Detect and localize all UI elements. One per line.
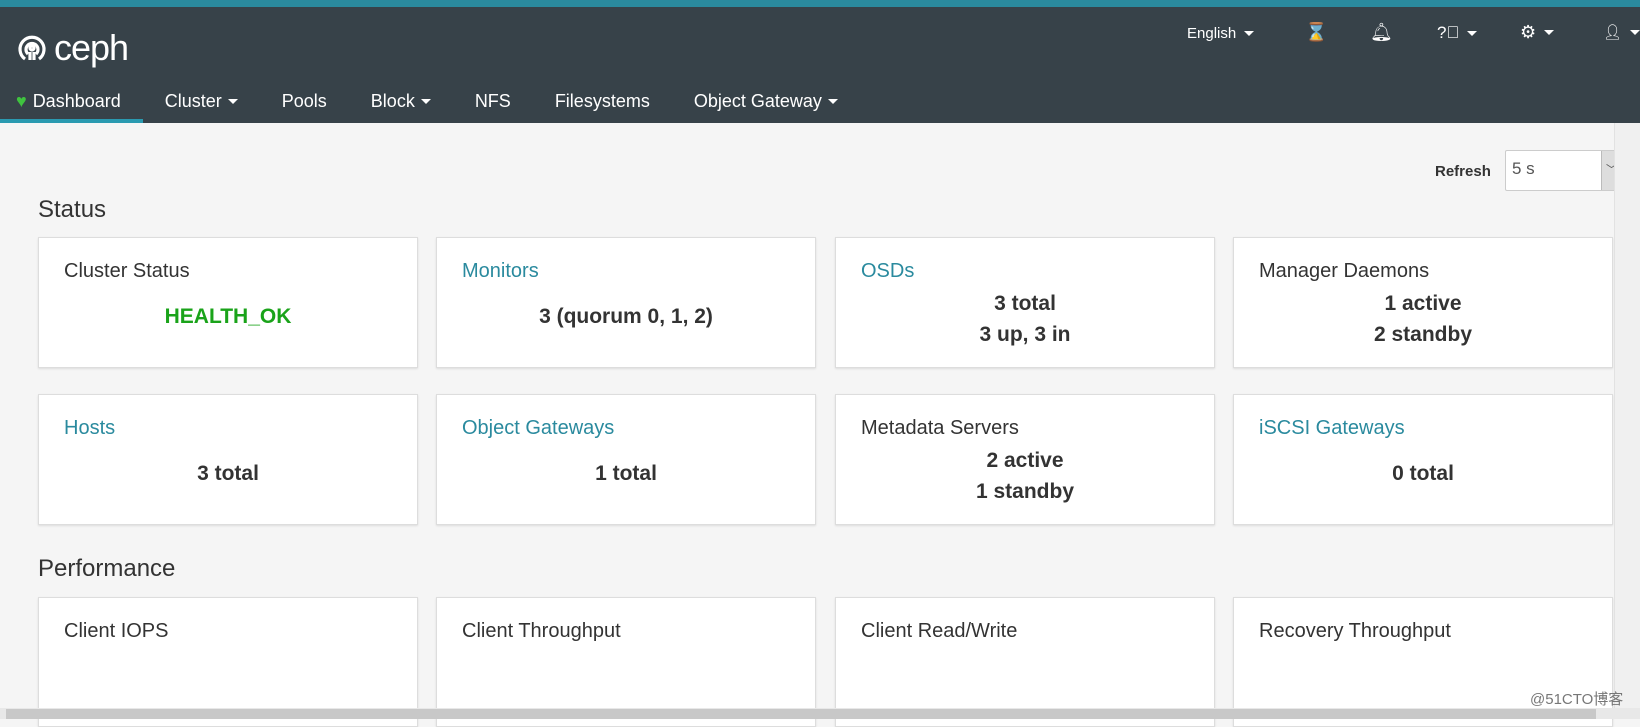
card-value: 3 (quorum 0, 1, 2) bbox=[539, 305, 713, 328]
help-dropdown[interactable]: ?⃝ bbox=[1437, 23, 1478, 43]
status-card-monitors: Monitors 3 (quorum 0, 1, 2) bbox=[436, 237, 816, 368]
language-dropdown[interactable]: English bbox=[1187, 25, 1255, 42]
help-icon: ?⃝ bbox=[1437, 23, 1460, 42]
brand-name: ceph bbox=[54, 27, 129, 68]
user-dropdown[interactable]: 👤︎ bbox=[1603, 23, 1640, 41]
caret-down-icon bbox=[1544, 30, 1555, 35]
nav-pools[interactable]: Pools bbox=[260, 80, 349, 123]
nav-dashboard[interactable]: ♥ Dashboard bbox=[0, 80, 143, 123]
card-title: Client IOPS bbox=[64, 620, 169, 642]
card-title: Client Throughput bbox=[462, 620, 621, 642]
nav-object-gateway[interactable]: Object Gateway bbox=[672, 80, 860, 123]
language-label: English bbox=[1187, 25, 1237, 42]
status-card-manager-daemons: Manager Daemons 1 active 2 standby bbox=[1233, 237, 1613, 368]
navbar: ceph English ⌛ 🔔︎ ?⃝ ⚙ 👤︎ ♥ Dashboard Clu… bbox=[0, 7, 1640, 123]
card-value: HEALTH_OK bbox=[164, 305, 292, 328]
nav-cluster[interactable]: Cluster bbox=[143, 80, 260, 123]
nav-filesystems[interactable]: Filesystems bbox=[533, 80, 672, 123]
card-value: 3 total bbox=[197, 462, 259, 485]
status-card-metadata-servers: Metadata Servers 2 active 1 standby bbox=[835, 394, 1215, 525]
card-title: Metadata Servers bbox=[861, 417, 1019, 439]
card-value: 1 standby bbox=[975, 480, 1075, 503]
performance-heading: Performance bbox=[38, 555, 176, 582]
card-title: Cluster Status bbox=[64, 260, 190, 282]
nav-block[interactable]: Block bbox=[349, 80, 453, 123]
card-title[interactable]: OSDs bbox=[861, 260, 914, 283]
watermark: @51CTO博客 bbox=[1530, 691, 1624, 708]
caret-down-icon bbox=[420, 99, 431, 104]
caret-down-icon bbox=[827, 99, 838, 104]
main-menu: ♥ Dashboard Cluster Pools Block NFS Files… bbox=[0, 80, 860, 123]
user-icon: 👤︎ bbox=[1603, 24, 1623, 41]
status-card-iscsi-gateways: iSCSI Gateways 0 total bbox=[1233, 394, 1613, 525]
card-title: Recovery Throughput bbox=[1259, 620, 1451, 642]
refresh-select[interactable]: 5 s ﹀ bbox=[1505, 150, 1622, 191]
refresh-label: Refresh bbox=[1435, 163, 1491, 180]
status-card-hosts: Hosts 3 total bbox=[38, 394, 418, 525]
nav-label: Cluster bbox=[164, 91, 222, 111]
card-title[interactable]: Object Gateways bbox=[462, 417, 614, 440]
nav-nfs[interactable]: NFS bbox=[453, 80, 533, 123]
status-heading: Status bbox=[38, 196, 107, 223]
card-value: 3 up, 3 in bbox=[979, 323, 1071, 346]
settings-dropdown[interactable]: ⚙ bbox=[1520, 22, 1555, 43]
card-value: 0 total bbox=[1392, 462, 1454, 485]
nav-label: Filesystems bbox=[554, 91, 650, 111]
nav-label: Pools bbox=[281, 91, 327, 111]
status-card-object-gateways: Object Gateways 1 total bbox=[436, 394, 816, 525]
card-title[interactable]: Monitors bbox=[462, 260, 539, 283]
caret-down-icon bbox=[227, 99, 238, 104]
status-card-osds: OSDs 3 total 3 up, 3 in bbox=[835, 237, 1215, 368]
card-title[interactable]: iSCSI Gateways bbox=[1259, 417, 1405, 440]
vertical-scrollbar[interactable] bbox=[1614, 123, 1640, 708]
horizontal-scrollbar[interactable] bbox=[0, 708, 1640, 719]
card-value: 1 total bbox=[595, 462, 657, 485]
nav-label: Block bbox=[370, 91, 415, 111]
bell-icon[interactable]: 🔔︎ bbox=[1370, 22, 1393, 43]
heartbeat-icon: ♥ bbox=[16, 91, 27, 111]
caret-down-icon bbox=[1467, 30, 1478, 36]
nav-label: NFS bbox=[474, 91, 511, 111]
nav-label: Dashboard bbox=[32, 91, 121, 111]
caret-down-icon bbox=[1630, 29, 1640, 35]
scrollbar-thumb[interactable] bbox=[6, 709, 1596, 719]
card-title: Client Read/Write bbox=[861, 620, 1018, 642]
refresh-value: 5 s bbox=[1512, 159, 1535, 178]
ceph-logo[interactable]: ceph bbox=[16, 27, 129, 69]
status-card-cluster-status: Cluster Status HEALTH_OK bbox=[38, 237, 418, 368]
card-title[interactable]: Hosts bbox=[64, 417, 115, 440]
nav-label: Object Gateway bbox=[693, 91, 822, 111]
hourglass-icon[interactable]: ⌛ bbox=[1305, 22, 1327, 43]
card-value: 2 standby bbox=[1373, 323, 1473, 346]
card-value: 1 active bbox=[1384, 292, 1462, 315]
top-accent-line bbox=[0, 0, 1640, 7]
ceph-logo-icon bbox=[18, 35, 46, 61]
caret-down-icon bbox=[1244, 31, 1255, 36]
gear-icon: ⚙ bbox=[1520, 22, 1537, 42]
card-title: Manager Daemons bbox=[1259, 260, 1430, 282]
card-value: 3 total bbox=[994, 292, 1056, 315]
card-value: 2 active bbox=[986, 449, 1064, 472]
